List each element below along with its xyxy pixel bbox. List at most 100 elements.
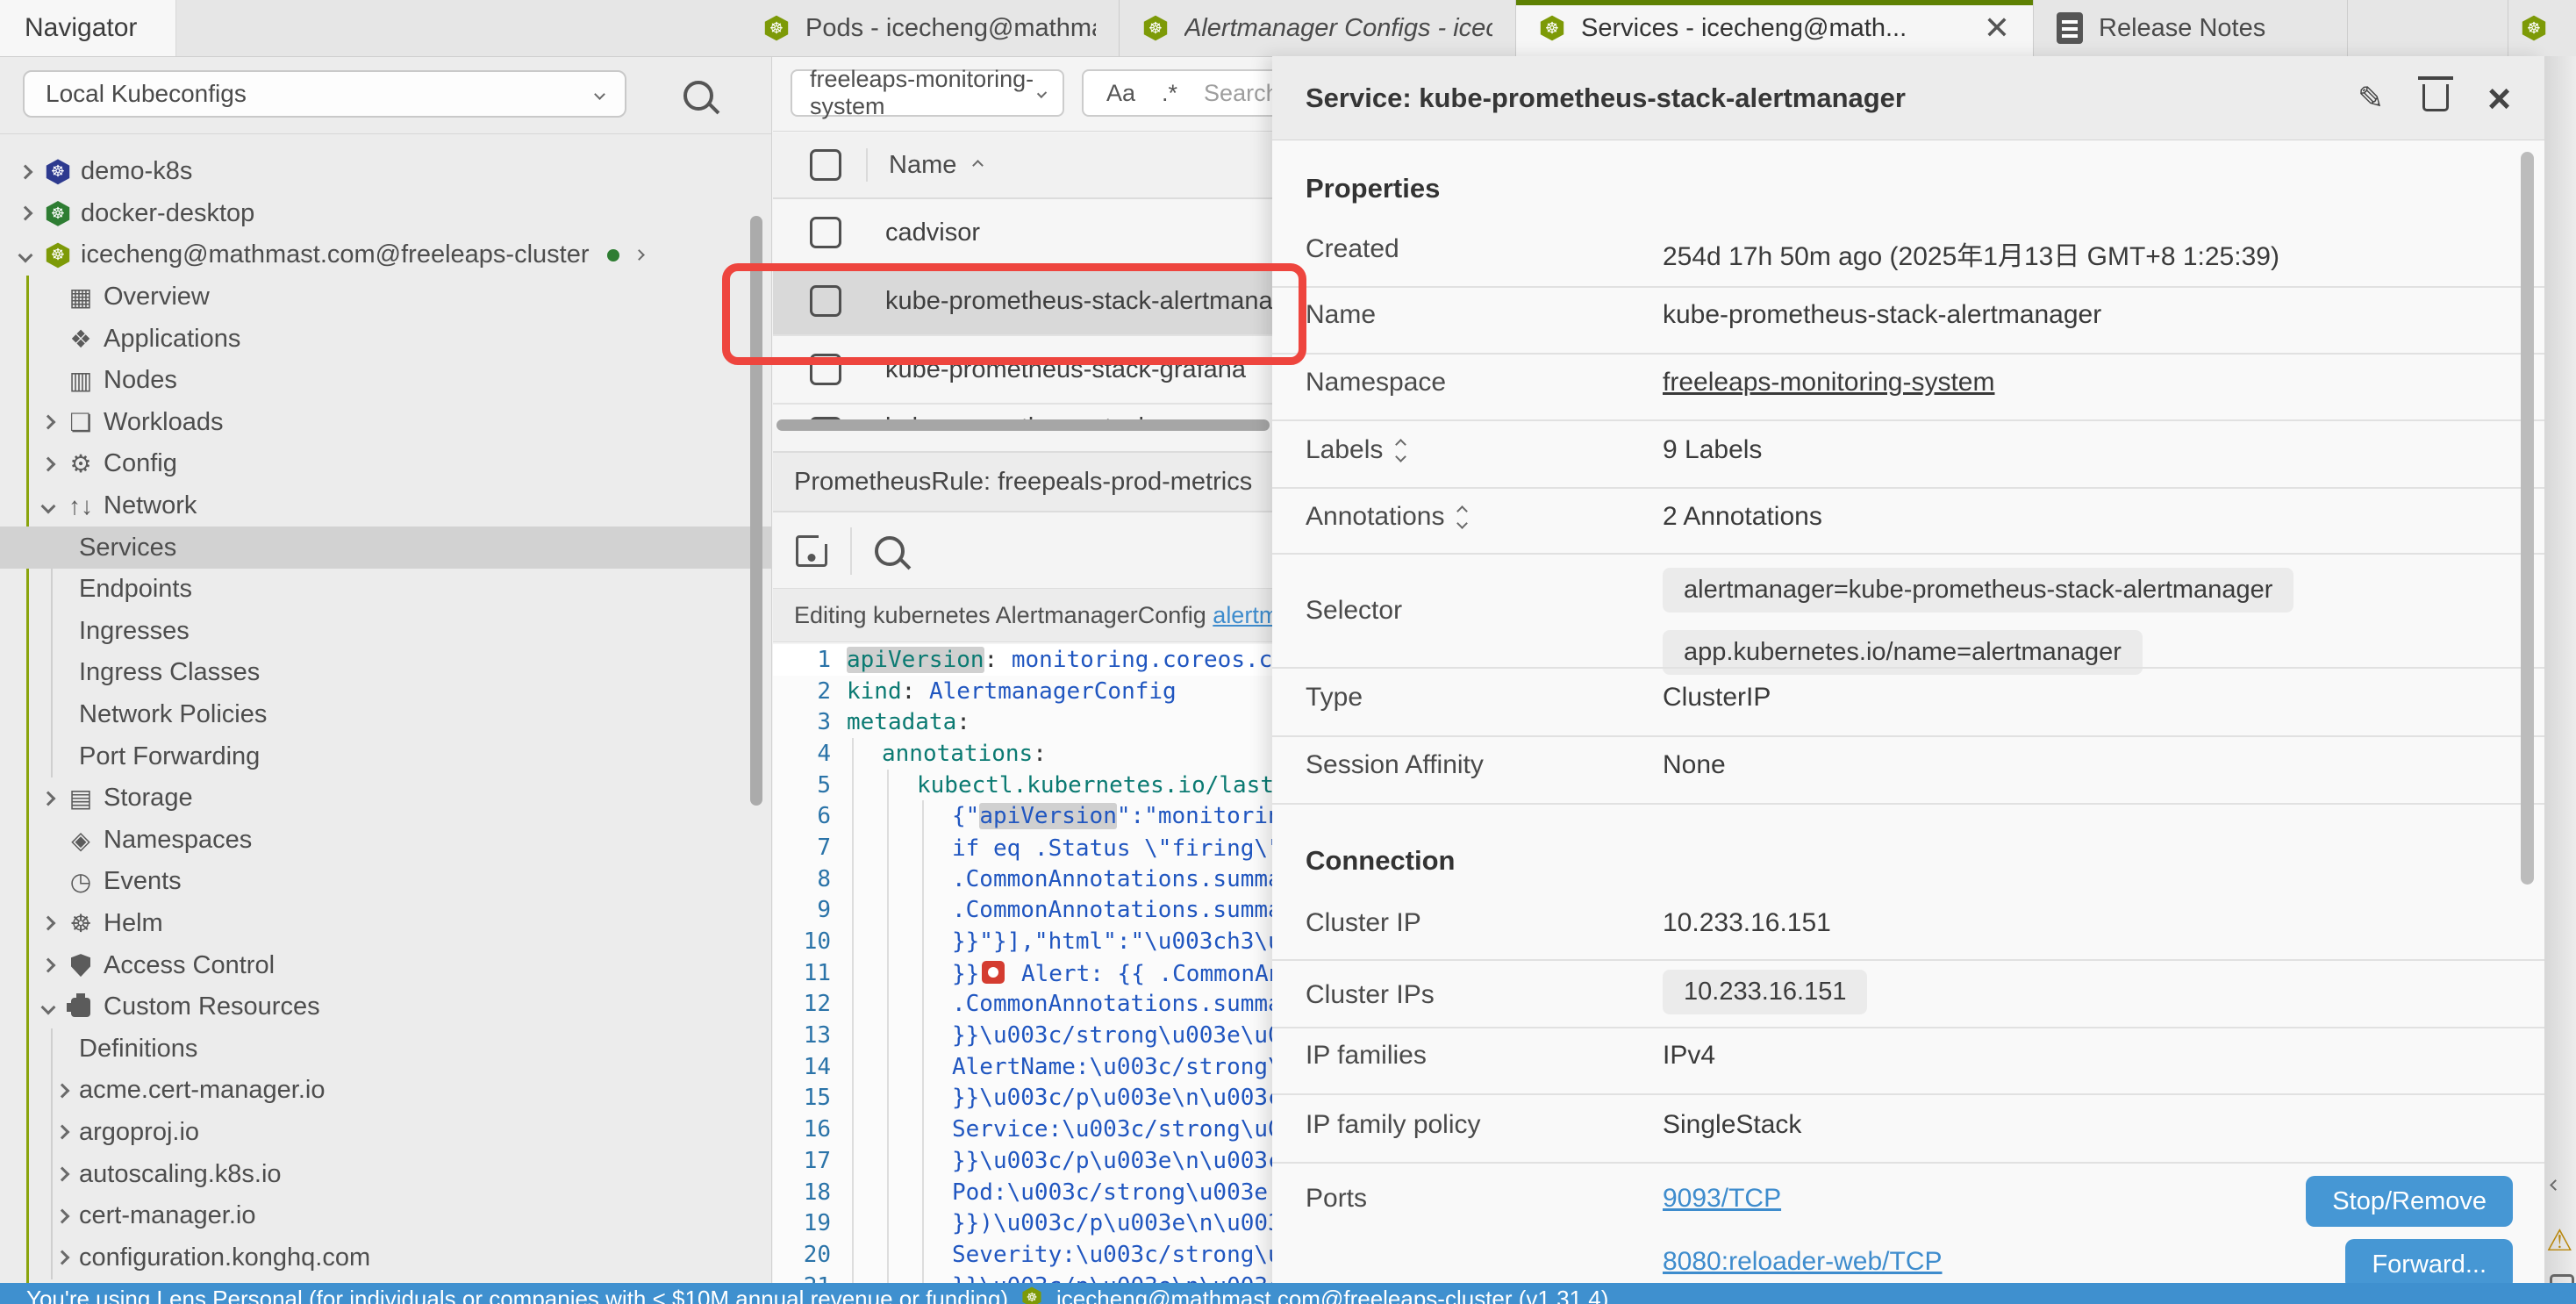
sidebar-item[interactable]: cert-manager.io: [0, 1195, 771, 1237]
sidebar-item[interactable]: ▤ Storage: [0, 777, 771, 820]
kubeconfig-selector[interactable]: Local Kubeconfigs: [23, 70, 626, 118]
sidebar-item[interactable]: autoscaling.k8s.io: [0, 1153, 771, 1195]
property-row-cluster-ip: Cluster IP 10.233.16.151: [1306, 908, 2513, 938]
port-link-8080[interactable]: 8080:reloader-web/TCP: [1663, 1247, 1943, 1277]
delete-icon[interactable]: [2422, 84, 2449, 111]
property-row-labels: Labels 9 Labels: [1306, 435, 2513, 465]
sort-ascending-icon[interactable]: [972, 160, 984, 171]
sidebar-item[interactable]: ◷ Events: [0, 861, 771, 903]
drawer-header: Service: kube-prometheus-stack-alertmana…: [1272, 56, 2544, 140]
sidebar-item[interactable]: Port Forwarding: [0, 735, 771, 777]
red-highlight-annotation: [722, 263, 1306, 365]
sidebar-item-label: argoproj.io: [79, 1118, 199, 1147]
session-affinity-value: None: [1663, 750, 1726, 780]
created-value: 254d 17h 50m ago (2025年1月13日 GMT+8 1:25:…: [1663, 234, 2279, 273]
sidebar-item-label: configuration.konghq.com: [79, 1243, 370, 1272]
tab-alertmanager-configs[interactable]: ☸ Alertmanager Configs - icec...: [1120, 0, 1516, 56]
column-header-name[interactable]: Name: [889, 151, 956, 180]
expand-collapse-icon[interactable]: [1458, 507, 1466, 527]
select-all-checkbox[interactable]: [810, 149, 841, 181]
divider: [1272, 1093, 2544, 1095]
expand-collapse-icon[interactable]: [1397, 441, 1405, 461]
sidebar-item[interactable]: Ingresses: [0, 611, 771, 653]
editing-text: Editing kubernetes AlertmanagerConfig: [794, 602, 1213, 629]
divider: [1272, 487, 2544, 489]
row-checkbox[interactable]: [810, 217, 841, 248]
sidebar-item[interactable]: argoproj.io: [0, 1112, 771, 1154]
tab-services-active[interactable]: ☸ Services - icecheng@math... ✕: [1516, 0, 2034, 56]
sidebar-item[interactable]: Services: [0, 527, 771, 569]
sidebar-item-label: Storage: [104, 784, 193, 813]
sidebar-item[interactable]: ⚙ Config: [0, 443, 771, 485]
sidebar-item[interactable]: Custom Resources: [0, 986, 771, 1028]
save-icon[interactable]: [796, 535, 827, 567]
kubernetes-icon: ☸: [1142, 15, 1169, 41]
sidebar-item-label: Workloads: [104, 408, 223, 437]
sidebar-item-label: Network: [104, 491, 197, 520]
sidebar-item-freeleaps-cluster[interactable]: ☸ icecheng@mathmast.com@freeleaps-cluste…: [0, 234, 771, 276]
property-row-annotations: Annotations 2 Annotations: [1306, 502, 2513, 532]
close-tab-icon[interactable]: ✕: [1984, 12, 2010, 44]
sidebar-item[interactable]: ◈ Namespaces: [0, 820, 771, 862]
lens-app-window: Navigator ☸ Pods - icecheng@mathmas... ☸…: [0, 0, 2576, 1304]
close-icon[interactable]: ×: [2487, 78, 2511, 118]
drawer-body: Properties Created 254d 17h 50m ago (202…: [1272, 141, 2544, 1304]
sidebar-item[interactable]: ☸ Helm: [0, 903, 771, 945]
sidebar-item-label: Applications: [104, 325, 240, 354]
divider: [1272, 419, 2544, 421]
editor-search-icon[interactable]: [875, 536, 905, 566]
cluster-ip-value: 10.233.16.151: [1663, 908, 1831, 938]
tab-release-notes[interactable]: Release Notes: [2034, 0, 2348, 56]
property-row-session-affinity: Session Affinity None: [1306, 750, 2513, 780]
search-icon[interactable]: [683, 81, 713, 111]
horizontal-scrollbar[interactable]: [776, 419, 1270, 431]
tab-partial[interactable]: ☸: [2508, 0, 2576, 56]
tab-pods[interactable]: ☸ Pods - icecheng@mathmas...: [741, 0, 1120, 56]
sidebar-item[interactable]: Definitions: [0, 1028, 771, 1070]
sidebar-item-demo-k8s[interactable]: ☸ demo-k8s: [0, 151, 771, 193]
chevron-left-icon[interactable]: [2550, 1179, 2561, 1191]
property-row-created: Created 254d 17h 50m ago (2025年1月13日 GMT…: [1306, 234, 2513, 264]
namespace-link[interactable]: freeleaps-monitoring-system: [1663, 368, 1994, 398]
sidebar-item[interactable]: acme.cert-manager.io: [0, 1070, 771, 1112]
chevron-right-icon: [18, 164, 33, 179]
warning-icon[interactable]: ⚠: [2546, 1223, 2572, 1258]
sidebar-item[interactable]: ❏ Workloads: [0, 402, 771, 444]
kubernetes-icon: ☸: [1539, 15, 1565, 41]
sidebar-item[interactable]: Endpoints: [0, 569, 771, 611]
regex-icon[interactable]: .*: [1162, 80, 1177, 107]
kubernetes-icon: ☸: [45, 242, 71, 269]
drawer-title: Service: kube-prometheus-stack-alertmana…: [1306, 82, 1906, 114]
sidebar-item[interactable]: Network Policies: [0, 694, 771, 736]
port-link-9093[interactable]: 9093/TCP: [1663, 1184, 1781, 1214]
connection-section-header: Connection: [1306, 845, 1456, 877]
service-details-drawer: Service: kube-prometheus-stack-alertmana…: [1272, 56, 2544, 1304]
match-case-icon[interactable]: Aa: [1106, 80, 1135, 107]
sidebar-item[interactable]: Ingress Classes: [0, 652, 771, 694]
sidebar-item[interactable]: ▥ Nodes: [0, 360, 771, 402]
kubeconfig-selector-value: Local Kubeconfigs: [46, 80, 247, 108]
sidebar-item-docker-desktop[interactable]: ☸ docker-desktop: [0, 193, 771, 235]
sidebar-item-label: Namespaces: [104, 826, 252, 855]
divider: [1272, 735, 2544, 737]
tree-chevron-icon: [55, 1167, 70, 1182]
sidebar-item[interactable]: configuration.konghq.com: [0, 1236, 771, 1279]
sidebar-item[interactable]: ▦ Overview: [0, 276, 771, 319]
namespace-selector[interactable]: freeleaps-monitoring-system: [791, 69, 1064, 117]
stop-remove-button[interactable]: Stop/Remove: [2306, 1176, 2513, 1227]
divider: [1272, 553, 2544, 555]
sidebar-item[interactable]: ❖ Applications: [0, 318, 771, 360]
property-row-cluster-ips: Cluster IPs 10.233.16.151: [1306, 970, 2513, 1010]
sidebar-item-label: Network Policies: [79, 700, 267, 729]
selector-badge: alertmanager=kube-prometheus-stack-alert…: [1663, 568, 2293, 613]
edit-icon[interactable]: ✎: [2358, 80, 2384, 117]
drawer-scrollbar[interactable]: [2521, 152, 2534, 885]
divider: [1272, 1162, 2544, 1164]
sidebar-item[interactable]: Access Control: [0, 944, 771, 986]
item-icon: ▥: [61, 366, 100, 395]
sidebar-item[interactable]: ↑↓ Network: [0, 485, 771, 527]
divider: [850, 527, 852, 575]
tab-bar: Navigator ☸ Pods - icecheng@mathmas... ☸…: [0, 0, 2576, 57]
status-bar: You're using Lens Personal (for individu…: [0, 1283, 2576, 1304]
property-row-ip-family-policy: IP family policy SingleStack: [1306, 1110, 2513, 1140]
